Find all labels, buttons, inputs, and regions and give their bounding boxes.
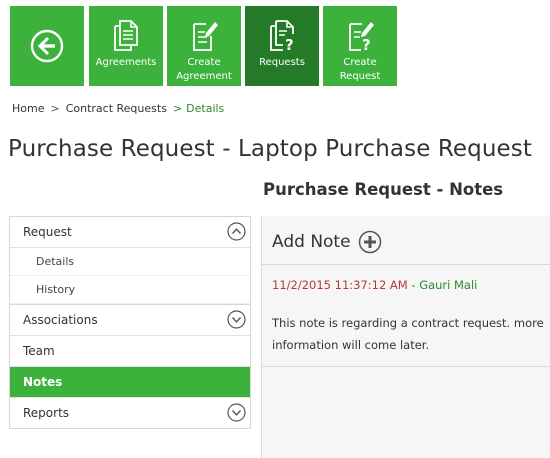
chevron-down-circle-icon[interactable] <box>227 310 246 329</box>
breadcrumb-separator: > <box>172 102 183 115</box>
nav-item-notes[interactable]: Notes <box>10 367 250 398</box>
divider <box>262 366 550 367</box>
back-button[interactable] <box>10 6 84 86</box>
create-agreement-label: Create Agreement <box>176 57 232 82</box>
note-separator: - <box>407 278 420 292</box>
chevron-up-circle-icon[interactable] <box>227 222 246 241</box>
document-question-pencil-icon: ? <box>342 18 378 54</box>
create-request-label: Create Request <box>339 57 381 82</box>
nav-item-team[interactable]: Team <box>10 336 250 367</box>
svg-text:?: ? <box>285 36 294 53</box>
nav-item-label: Associations <box>23 313 98 327</box>
nav-item-label: Request <box>23 225 72 239</box>
note-text: This note is regarding a contract reques… <box>272 316 544 352</box>
breadcrumb-contract-requests[interactable]: Contract Requests <box>66 102 167 115</box>
breadcrumb: Home > Contract Requests > Details <box>12 102 224 115</box>
page-title: Purchase Request - Laptop Purchase Reque… <box>8 136 532 162</box>
nav-item-label: Reports <box>23 406 70 420</box>
document-pencil-icon <box>186 18 222 54</box>
breadcrumb-separator: > <box>50 102 60 115</box>
documents-icon <box>108 18 144 54</box>
plus-circle-icon[interactable] <box>358 230 382 254</box>
breadcrumb-home[interactable]: Home <box>12 102 44 115</box>
section-title: Purchase Request - Notes <box>263 180 504 199</box>
svg-text:?: ? <box>362 36 371 53</box>
chevron-down-circle-icon[interactable] <box>227 403 246 422</box>
note-meta: 11/2/2015 11:37:12 AM - Gauri Mali <box>272 278 477 292</box>
requests-label: Requests <box>259 57 305 68</box>
nav-subitem-history[interactable]: History <box>10 276 250 304</box>
agreements-label: Agreements <box>95 57 157 68</box>
nav-item-reports[interactable]: Reports <box>10 398 250 428</box>
nav-item-request[interactable]: Request <box>10 217 250 248</box>
note-author: Gauri Mali <box>419 278 478 292</box>
back-arrow-icon <box>29 6 65 86</box>
nav-item-associations[interactable]: Associations <box>10 304 250 336</box>
add-note-label: Add Note <box>272 232 351 252</box>
create-request-tile[interactable]: ? Create Request <box>323 6 397 86</box>
requests-tile[interactable]: ? Requests <box>245 6 319 86</box>
nav-subitem-details[interactable]: Details <box>10 248 250 276</box>
note-timestamp: 11/2/2015 11:37:12 AM <box>272 278 408 292</box>
create-agreement-tile[interactable]: Create Agreement <box>167 6 241 86</box>
documents-question-icon: ? <box>264 18 300 54</box>
side-nav: Request Details History Associations Tea… <box>9 216 251 429</box>
add-note-button[interactable]: Add Note <box>272 230 382 254</box>
agreements-tile[interactable]: Agreements <box>89 6 163 86</box>
notes-panel: Add Note 11/2/2015 11:37:12 AM - Gauri M… <box>261 216 550 458</box>
breadcrumb-current: Details <box>186 102 225 115</box>
divider <box>262 264 550 265</box>
